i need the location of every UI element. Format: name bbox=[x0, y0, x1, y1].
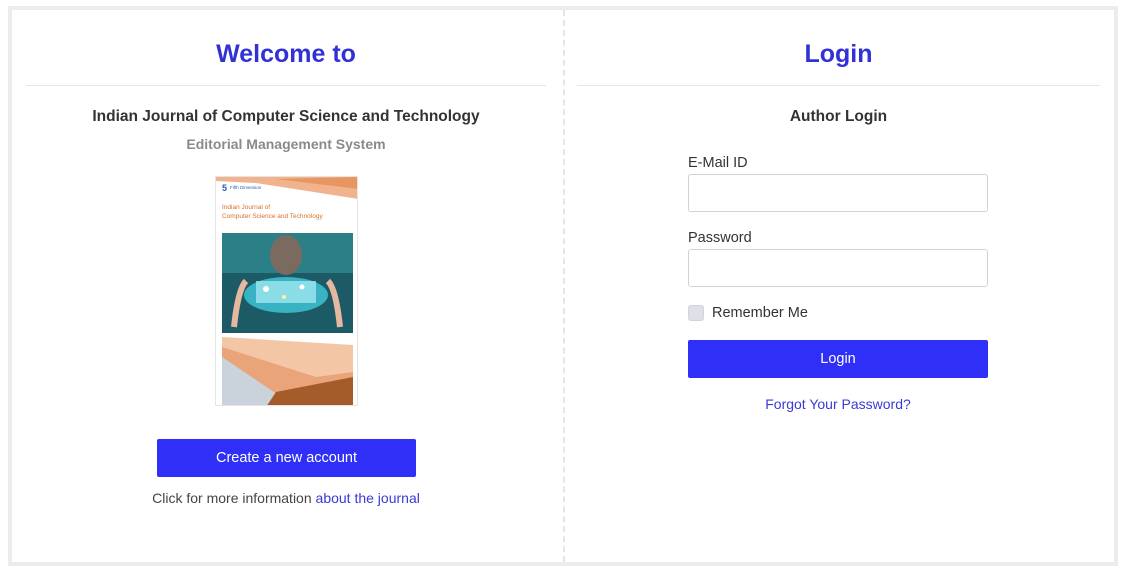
remember-me-label: Remember Me bbox=[712, 305, 808, 321]
system-subtitle: Editorial Management System bbox=[186, 136, 386, 152]
panel-divider bbox=[563, 10, 565, 562]
page-frame: Welcome to Indian Journal of Computer Sc… bbox=[8, 6, 1118, 566]
email-field[interactable] bbox=[688, 174, 988, 212]
forgot-password-link[interactable]: Forgot Your Password? bbox=[765, 396, 911, 412]
info-text: Click for more information bbox=[152, 490, 316, 506]
password-field[interactable] bbox=[688, 249, 988, 287]
welcome-panel: Welcome to Indian Journal of Computer Sc… bbox=[26, 10, 546, 562]
journal-info-line: Click for more information about the jou… bbox=[26, 490, 546, 506]
publisher-mark: 5 bbox=[222, 183, 227, 193]
journal-name: Indian Journal of Computer Science and T… bbox=[92, 108, 480, 125]
author-login-heading: Author Login bbox=[789, 108, 888, 125]
cover-title-line2: Computer Science and Technology bbox=[222, 213, 323, 220]
welcome-title: Welcome to bbox=[26, 10, 546, 86]
cover-title-line1: Indian Journal of bbox=[222, 204, 270, 211]
remember-me-row[interactable]: Remember Me bbox=[688, 305, 808, 321]
publisher-text: Fifth Dimension bbox=[230, 185, 262, 190]
journal-cover-image: 5 Fifth Dimension Indian Journal of Comp… bbox=[215, 176, 358, 406]
about-journal-link[interactable]: about the journal bbox=[316, 490, 420, 506]
forgot-password-row: Forgot Your Password? bbox=[688, 396, 988, 412]
login-panel: Login Author Login E-Mail ID Password Re… bbox=[577, 10, 1100, 562]
remember-me-checkbox[interactable] bbox=[688, 305, 704, 321]
login-button[interactable]: Login bbox=[688, 340, 988, 378]
email-label: E-Mail ID bbox=[688, 155, 748, 171]
password-label: Password bbox=[688, 230, 752, 246]
login-title: Login bbox=[577, 10, 1100, 86]
create-account-button[interactable]: Create a new account bbox=[157, 439, 416, 477]
